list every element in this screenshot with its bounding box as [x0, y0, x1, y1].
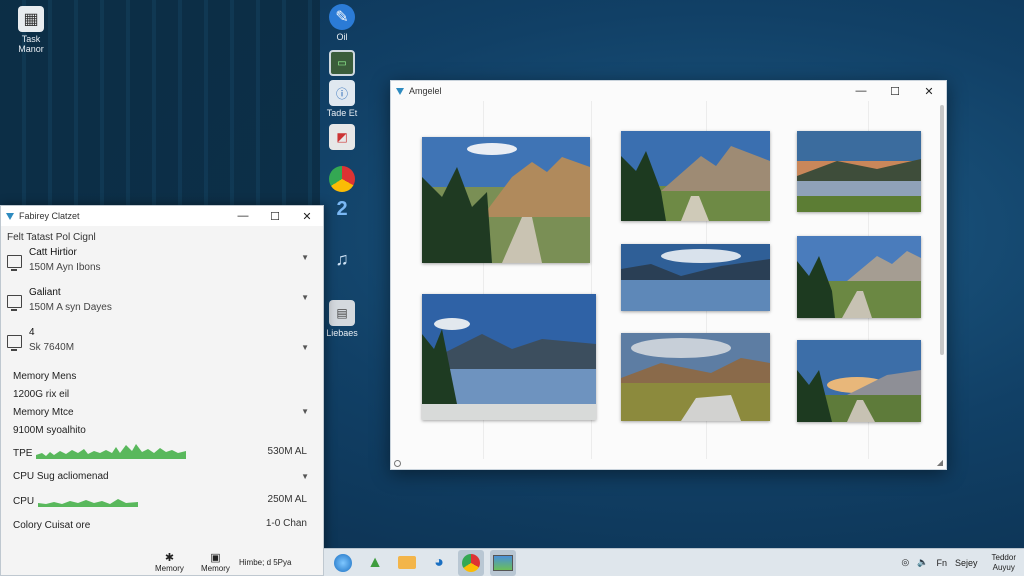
- desktop-icon-terminal[interactable]: ▭: [319, 50, 365, 78]
- photo-mountain-road[interactable]: [422, 137, 590, 263]
- folder-icon: [398, 556, 416, 569]
- photo-meadow-rocks[interactable]: [621, 333, 770, 421]
- taskbar-app-globe[interactable]: ◕: [426, 550, 452, 576]
- photo-window-title: Amgelel: [409, 86, 442, 96]
- cpu-graph-row: CPU 250M AL: [1, 487, 323, 507]
- graph-right-value: 250M AL: [267, 494, 307, 505]
- photo-sunset-lake[interactable]: [797, 131, 921, 212]
- sound-icon[interactable]: 🔈: [917, 557, 928, 568]
- resize-grip-icon[interactable]: ◢: [937, 458, 943, 467]
- monitor-icon: [7, 295, 22, 311]
- close-button[interactable]: ✕: [912, 81, 946, 101]
- desktop-icon-oil[interactable]: ✎ Oil: [319, 4, 365, 42]
- monitor-icon: [7, 255, 22, 271]
- desktop-icon-task-manager[interactable]: ▦ Task Manor: [8, 6, 54, 54]
- desktop-icon-tade[interactable]: ⓘ Tade Et: [319, 80, 365, 118]
- chevron-down-icon[interactable]: ▼: [301, 343, 309, 352]
- process-row[interactable]: 4 Sk 7640M ▼: [1, 327, 323, 367]
- clock[interactable]: Teddor Auyuy: [992, 553, 1016, 573]
- system-tray: ◎ 🔈 Fn Sejey Teddor Auyuy: [893, 553, 1024, 573]
- photos-icon: [493, 554, 513, 571]
- photo-window-titlebar[interactable]: Amgelel — ☐ ✕: [391, 81, 946, 101]
- process-row[interactable]: Galiant 150M A syn Dayes ▼: [1, 287, 323, 327]
- photo-peaks-road[interactable]: [797, 236, 921, 318]
- app-logo-icon: [396, 88, 404, 95]
- maximize-button[interactable]: ☐: [878, 81, 912, 101]
- task-window-footer: ✱ Memory ▣ Memory Himbe; d 5Pya: [1, 543, 323, 573]
- libraries-icon: ▤: [329, 300, 355, 326]
- cpu-usage-graph: [38, 499, 139, 507]
- chrome-icon: [329, 166, 355, 192]
- graph-right-value: 530M AL: [267, 446, 307, 457]
- photo-alpine-lake[interactable]: [422, 294, 596, 420]
- monitor-icon: [7, 335, 22, 351]
- wifi-icon[interactable]: ◎: [901, 557, 909, 568]
- summary-row: Colory Cuisat ore 1-0 Chan: [1, 511, 323, 531]
- footer-status-text: Himbe; d 5Pya: [239, 558, 292, 567]
- memory-label: Memory Mtce: [13, 406, 74, 418]
- footer-memory-button[interactable]: ✱ Memory: [155, 551, 184, 573]
- graph-label: CPU: [13, 496, 35, 507]
- taskbar-app-photos[interactable]: [490, 549, 516, 576]
- photo-lake-reflection[interactable]: [621, 244, 770, 311]
- minimize-button[interactable]: —: [844, 81, 878, 101]
- cpu-header-row: CPU Sug acliomenad ▼: [1, 471, 323, 487]
- photo-viewer-window: Amgelel — ☐ ✕ ◢: [390, 80, 947, 470]
- memory-label: Memory Mens: [13, 370, 77, 382]
- chart-icon: ▣: [210, 552, 221, 564]
- tray-lang[interactable]: Fn: [937, 558, 948, 568]
- minimize-button[interactable]: —: [227, 206, 259, 226]
- memory-usage-graph: [36, 444, 187, 459]
- memory-section: Memory Mens 1200G rix eil Memory Mtce ▼ …: [1, 367, 323, 439]
- maximize-button[interactable]: ☐: [259, 206, 291, 226]
- memory-value: 1200G rix eil: [13, 388, 70, 400]
- task-window-subtitle: Felt Tatast Pol Cignl: [7, 232, 96, 243]
- memory-value: 9100M syoalhito: [13, 424, 86, 436]
- desktop-icon-music[interactable]: ♫: [319, 246, 365, 274]
- app-logo-icon: [6, 213, 14, 220]
- close-button[interactable]: ✕: [291, 206, 323, 226]
- globe-icon: ◕: [434, 553, 444, 571]
- chevron-down-icon[interactable]: ▼: [301, 407, 309, 416]
- music-icon: ♫: [335, 248, 349, 269]
- gear-icon: ✱: [164, 552, 175, 564]
- task-window-title: Fabirey Clatzet: [19, 211, 80, 221]
- memory-graph-row: TPE 530M AL: [1, 439, 323, 459]
- desktop-icon-chrome[interactable]: [319, 166, 365, 194]
- info-icon: ⓘ: [329, 80, 355, 106]
- footer-memory-chart-button[interactable]: ▣ Memory: [201, 551, 230, 573]
- process-row[interactable]: Catt Hirtior 150M Ayn Ibons ▼: [1, 247, 323, 287]
- photo-mountain-valley[interactable]: [621, 131, 770, 221]
- cpu-header: CPU Sug acliomenad: [13, 471, 109, 482]
- vertical-scrollbar[interactable]: [940, 105, 944, 355]
- summary-value: 1-0 Chan: [265, 518, 307, 529]
- chrome-icon: [462, 553, 480, 572]
- desktop-icon-photo[interactable]: ◩: [319, 124, 365, 152]
- chevron-down-icon[interactable]: ▼: [301, 253, 309, 262]
- taskbar-app-folder[interactable]: [394, 550, 420, 576]
- app-globe-icon: ✎: [329, 4, 355, 30]
- photo-sunrise-road[interactable]: [797, 340, 921, 422]
- desktop-icon-libraries[interactable]: ▤ Liebaes: [319, 300, 365, 338]
- photo-viewer-icon: ◩: [329, 124, 355, 150]
- status-circle-icon: [394, 460, 401, 467]
- tray-text[interactable]: Sejey: [955, 558, 978, 568]
- chevron-down-icon[interactable]: ▼: [301, 293, 309, 302]
- task-manager-window: Fabirey Clatzet — ☐ ✕ Felt Tatast Pol Ci…: [0, 205, 324, 576]
- terminal-icon: ▭: [329, 50, 355, 76]
- taskbar-app-chrome[interactable]: [458, 549, 484, 576]
- desktop-icon-two[interactable]: 2: [319, 196, 365, 224]
- taskbar-app-folder-green[interactable]: ▲: [362, 550, 388, 576]
- task-manager-icon: ▦: [18, 6, 44, 32]
- task-window-titlebar[interactable]: Fabirey Clatzet — ☐ ✕: [1, 206, 323, 226]
- taskbar: ▲ ◕ ◎ 🔈 Fn Sejey Teddor Auyuy: [324, 548, 1024, 576]
- number-two-icon: 2: [336, 197, 348, 220]
- start-button[interactable]: [330, 550, 356, 576]
- windows-icon: [334, 553, 352, 572]
- graph-label: TPE: [13, 448, 33, 459]
- folder-green-icon: ▲: [367, 553, 383, 571]
- chevron-down-icon[interactable]: ▼: [301, 472, 309, 481]
- summary-label: Colory Cuisat ore: [13, 520, 91, 531]
